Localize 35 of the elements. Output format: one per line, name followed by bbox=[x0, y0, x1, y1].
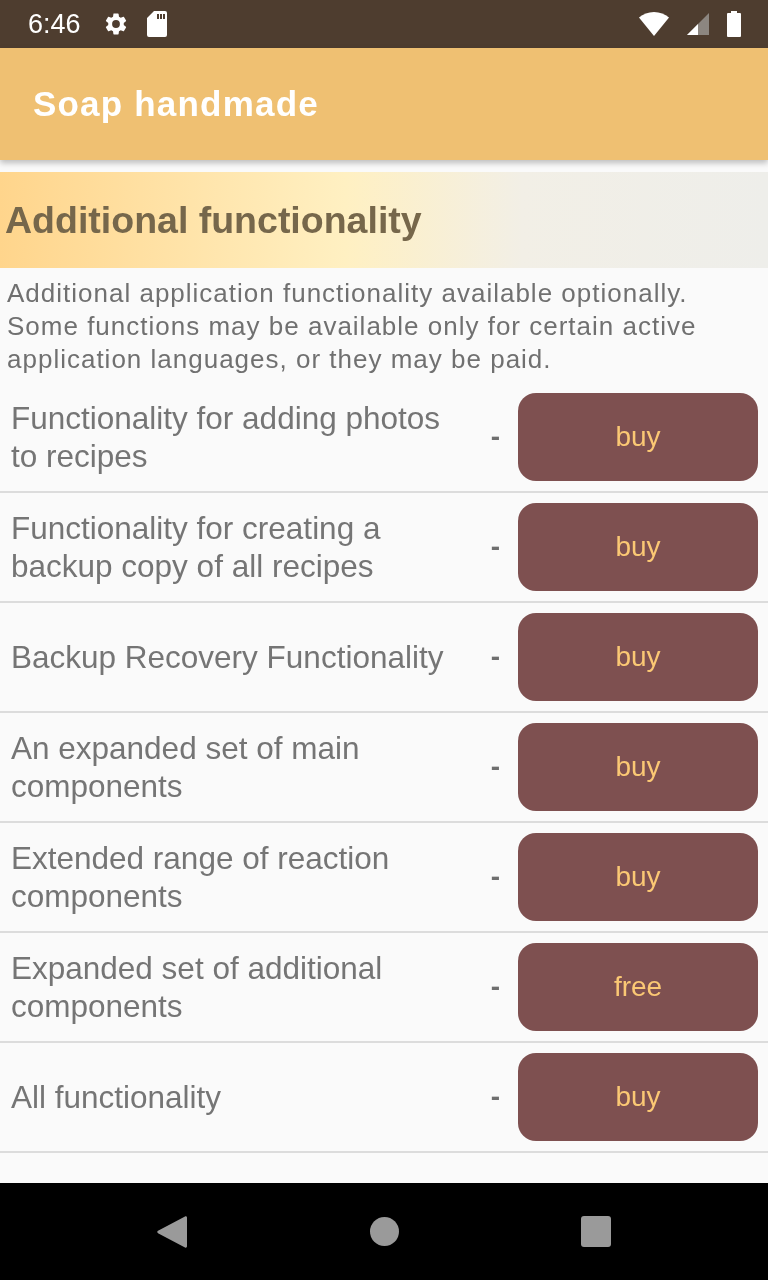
home-button[interactable] bbox=[368, 1214, 400, 1249]
signal-icon bbox=[687, 13, 709, 35]
purchase-button[interactable]: buy bbox=[518, 1053, 758, 1141]
dash-separator: - bbox=[489, 531, 502, 563]
purchase-button[interactable]: buy bbox=[518, 723, 758, 811]
purchase-button[interactable]: buy bbox=[518, 833, 758, 921]
feature-name: Functionality for creating a backup copy of all recipes bbox=[11, 509, 382, 585]
feature-name: Backup Recovery Functionality bbox=[11, 638, 445, 676]
purchase-button[interactable]: buy bbox=[518, 503, 758, 591]
feature-name: Extended range of reaction components bbox=[11, 839, 391, 915]
sd-card-icon bbox=[146, 11, 167, 37]
back-button[interactable] bbox=[156, 1214, 188, 1249]
purchase-button[interactable]: buy bbox=[518, 393, 758, 481]
dash-separator: - bbox=[489, 1081, 502, 1113]
home-icon bbox=[369, 1217, 399, 1246]
feature-name: An expanded set of main components bbox=[11, 729, 361, 805]
purchase-button[interactable]: free bbox=[518, 943, 758, 1031]
dash-separator: - bbox=[489, 861, 502, 893]
dash-separator: - bbox=[489, 751, 502, 783]
description-text: Additional application functionality available optionally. Some functions may be available only for certain active application languages, or they may be paid. bbox=[7, 277, 698, 376]
section-title: Additional functionality bbox=[5, 198, 422, 242]
app-title: Soap handmade bbox=[33, 84, 319, 124]
back-icon bbox=[157, 1214, 187, 1249]
feature-name: All functionality bbox=[11, 1078, 223, 1116]
dash-separator: - bbox=[489, 971, 502, 1003]
status-time: 6:46 bbox=[28, 8, 81, 40]
dash-separator: - bbox=[489, 641, 502, 673]
feature-name: Expanded set of additional components bbox=[11, 949, 384, 1025]
wifi-icon bbox=[639, 12, 669, 36]
dash-separator: - bbox=[489, 421, 502, 453]
recents-button[interactable] bbox=[580, 1214, 612, 1249]
feature-name: Functionality for adding photos to recipes bbox=[11, 399, 442, 475]
battery-icon bbox=[727, 11, 741, 37]
recents-icon bbox=[581, 1216, 611, 1247]
purchase-button[interactable]: buy bbox=[518, 613, 758, 701]
